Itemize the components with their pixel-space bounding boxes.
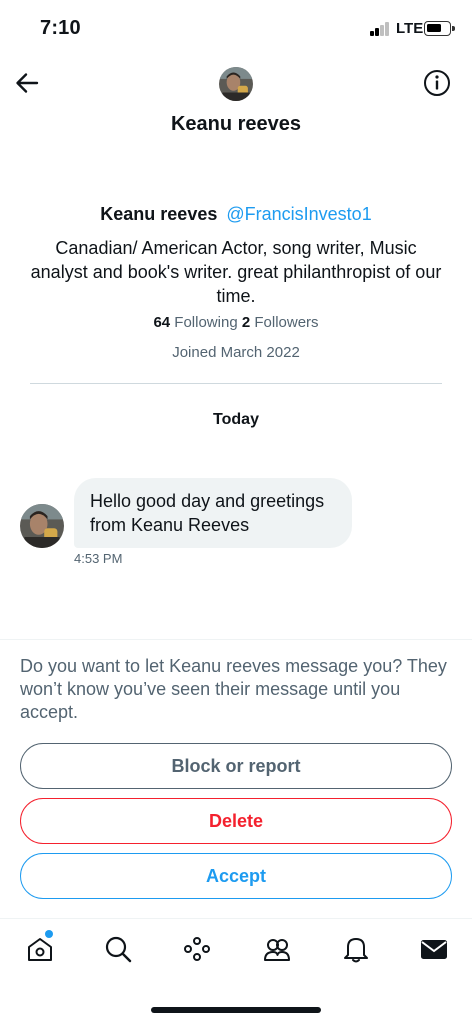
following-label[interactable]: Following [174, 314, 237, 331]
back-arrow-icon[interactable] [12, 68, 42, 98]
status-bar: 7:10 LTE [0, 0, 472, 56]
following-count[interactable]: 64 [153, 314, 170, 331]
header-title: Keanu reeves [170, 113, 302, 135]
cellular-signal-icon [370, 22, 392, 36]
profile-name[interactable]: Keanu reeves [100, 204, 217, 224]
message-bubble[interactable]: Hello good day and greetings from Keanu … [74, 478, 352, 548]
spaces-icon[interactable] [181, 933, 213, 965]
delete-button[interactable]: Delete [20, 798, 452, 844]
info-icon[interactable] [422, 68, 452, 98]
network-type: LTE [396, 20, 424, 37]
battery-icon [424, 21, 455, 36]
status-time: 7:10 [40, 17, 81, 39]
request-prompt: Do you want to let Keanu reeves message … [20, 656, 447, 722]
profile-divider [30, 383, 442, 384]
request-panel-divider [0, 639, 472, 640]
search-icon[interactable] [102, 933, 134, 965]
tab-bar-divider [0, 918, 472, 919]
profile-name-line: Keanu reeves @FrancisInvesto1 [0, 204, 472, 225]
notifications-icon[interactable] [340, 933, 372, 965]
sender-avatar[interactable] [20, 504, 64, 548]
day-separator: Today [213, 411, 259, 428]
accept-button[interactable]: Accept [20, 853, 452, 899]
profile-bio: Canadian/ American Actor, song writer, M… [30, 238, 442, 306]
follow-stats: 64 Following 2 Followers [0, 314, 472, 331]
messages-icon[interactable] [418, 933, 450, 965]
home-unread-dot [45, 930, 53, 938]
home-icon[interactable] [24, 933, 56, 965]
profile-handle[interactable]: @FrancisInvesto1 [226, 204, 371, 224]
block-or-report-button[interactable]: Block or report [20, 743, 452, 789]
followers-label[interactable]: Followers [254, 314, 318, 331]
header-avatar[interactable] [219, 67, 253, 101]
joined-date: Joined March 2022 [172, 344, 300, 361]
home-indicator [151, 1007, 321, 1013]
message-timestamp: 4:53 PM [74, 551, 123, 566]
communities-icon[interactable] [261, 933, 293, 965]
followers-count[interactable]: 2 [242, 314, 250, 331]
